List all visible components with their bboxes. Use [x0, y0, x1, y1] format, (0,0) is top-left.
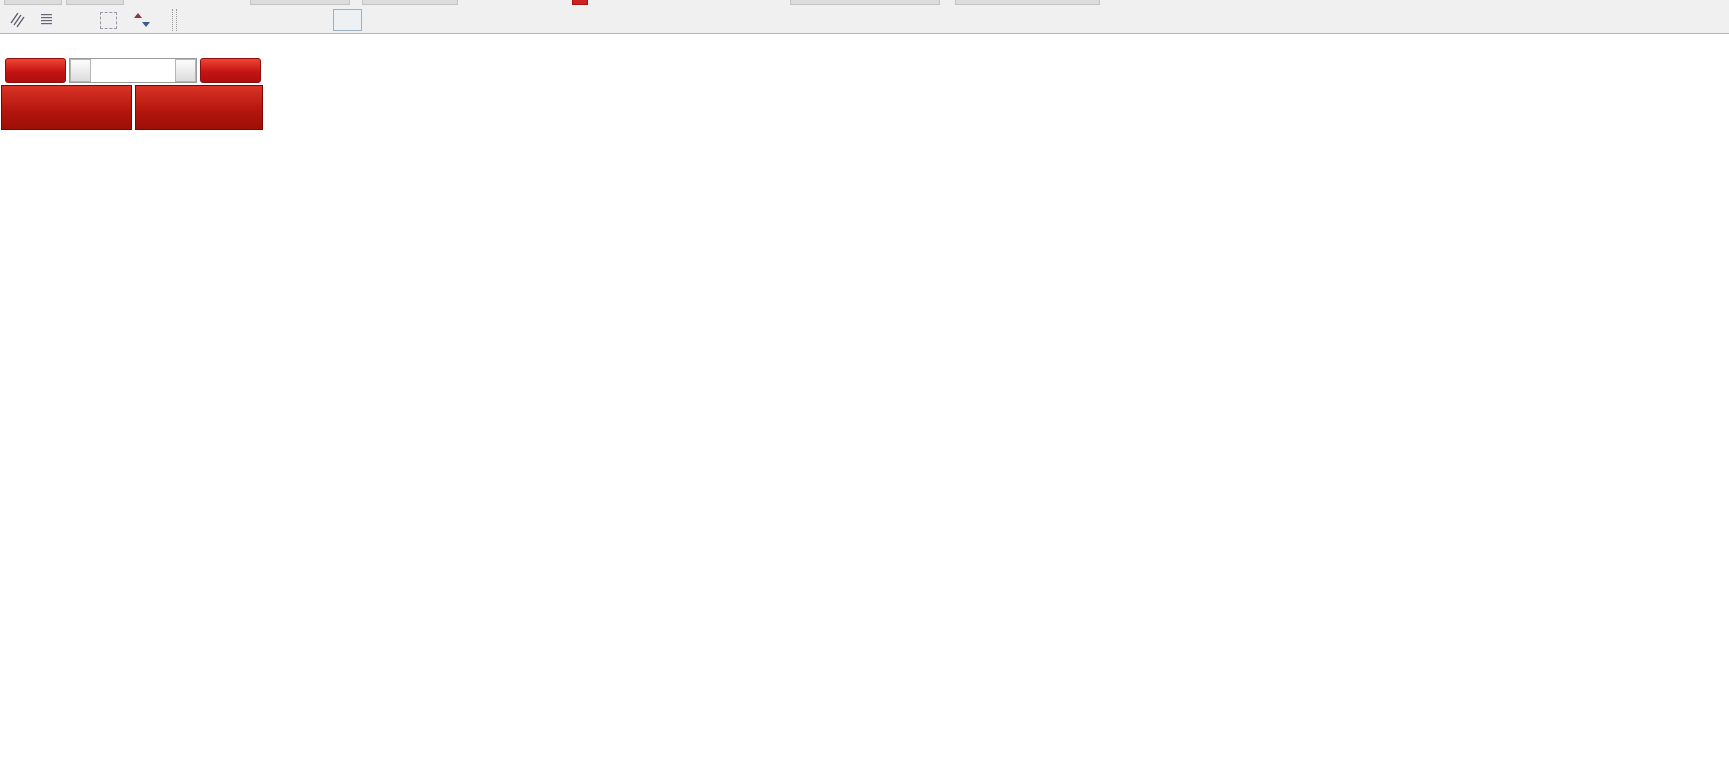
volume-decrease-button[interactable]	[70, 59, 91, 82]
boxed-t-icon	[100, 12, 117, 29]
tab-tf-m1[interactable]	[183, 9, 212, 31]
tab-tf-h4[interactable]	[333, 9, 362, 31]
clipped-toolbar-fragment	[250, 0, 350, 5]
toolbar	[0, 0, 1729, 34]
chart-symbol-header	[8, 42, 18, 56]
one-click-trading-panel	[0, 58, 263, 130]
channel-tool-button[interactable]	[4, 8, 32, 32]
clipped-toolbar-fragment	[955, 0, 1100, 5]
text-label-tool-button[interactable]	[94, 8, 122, 32]
dot-grid-icon	[39, 11, 57, 29]
tab-tf-mn[interactable]	[423, 9, 452, 31]
grid-tool-button[interactable]	[34, 8, 62, 32]
tab-tf-h1[interactable]	[303, 9, 332, 31]
sell-button[interactable]	[5, 58, 66, 83]
arrows-tool-button[interactable]	[124, 8, 162, 32]
clipped-toolbar-fragment	[66, 0, 124, 5]
clipped-toolbar-fragment	[572, 0, 588, 5]
tab-tf-m30[interactable]	[273, 9, 302, 31]
buy-button[interactable]	[200, 58, 261, 83]
tab-tf-w1[interactable]	[393, 9, 422, 31]
tab-tf-m15[interactable]	[243, 9, 272, 31]
ask-price-box[interactable]	[135, 85, 263, 130]
bid-price-box[interactable]	[1, 85, 132, 130]
channel-lines-icon	[9, 11, 27, 29]
clipped-toolbar-fragment	[790, 0, 940, 5]
volume-input[interactable]	[91, 59, 175, 82]
clipped-toolbar-fragment	[362, 0, 458, 5]
clipped-toolbar-fragment	[4, 0, 62, 5]
text-tool-button[interactable]	[64, 8, 92, 32]
volume-stepper	[69, 58, 197, 83]
arrows-icon	[134, 12, 150, 28]
tab-tf-d1[interactable]	[363, 9, 392, 31]
toolbar-separator	[172, 9, 177, 31]
volume-increase-button[interactable]	[175, 59, 196, 82]
tab-tf-m5[interactable]	[213, 9, 242, 31]
